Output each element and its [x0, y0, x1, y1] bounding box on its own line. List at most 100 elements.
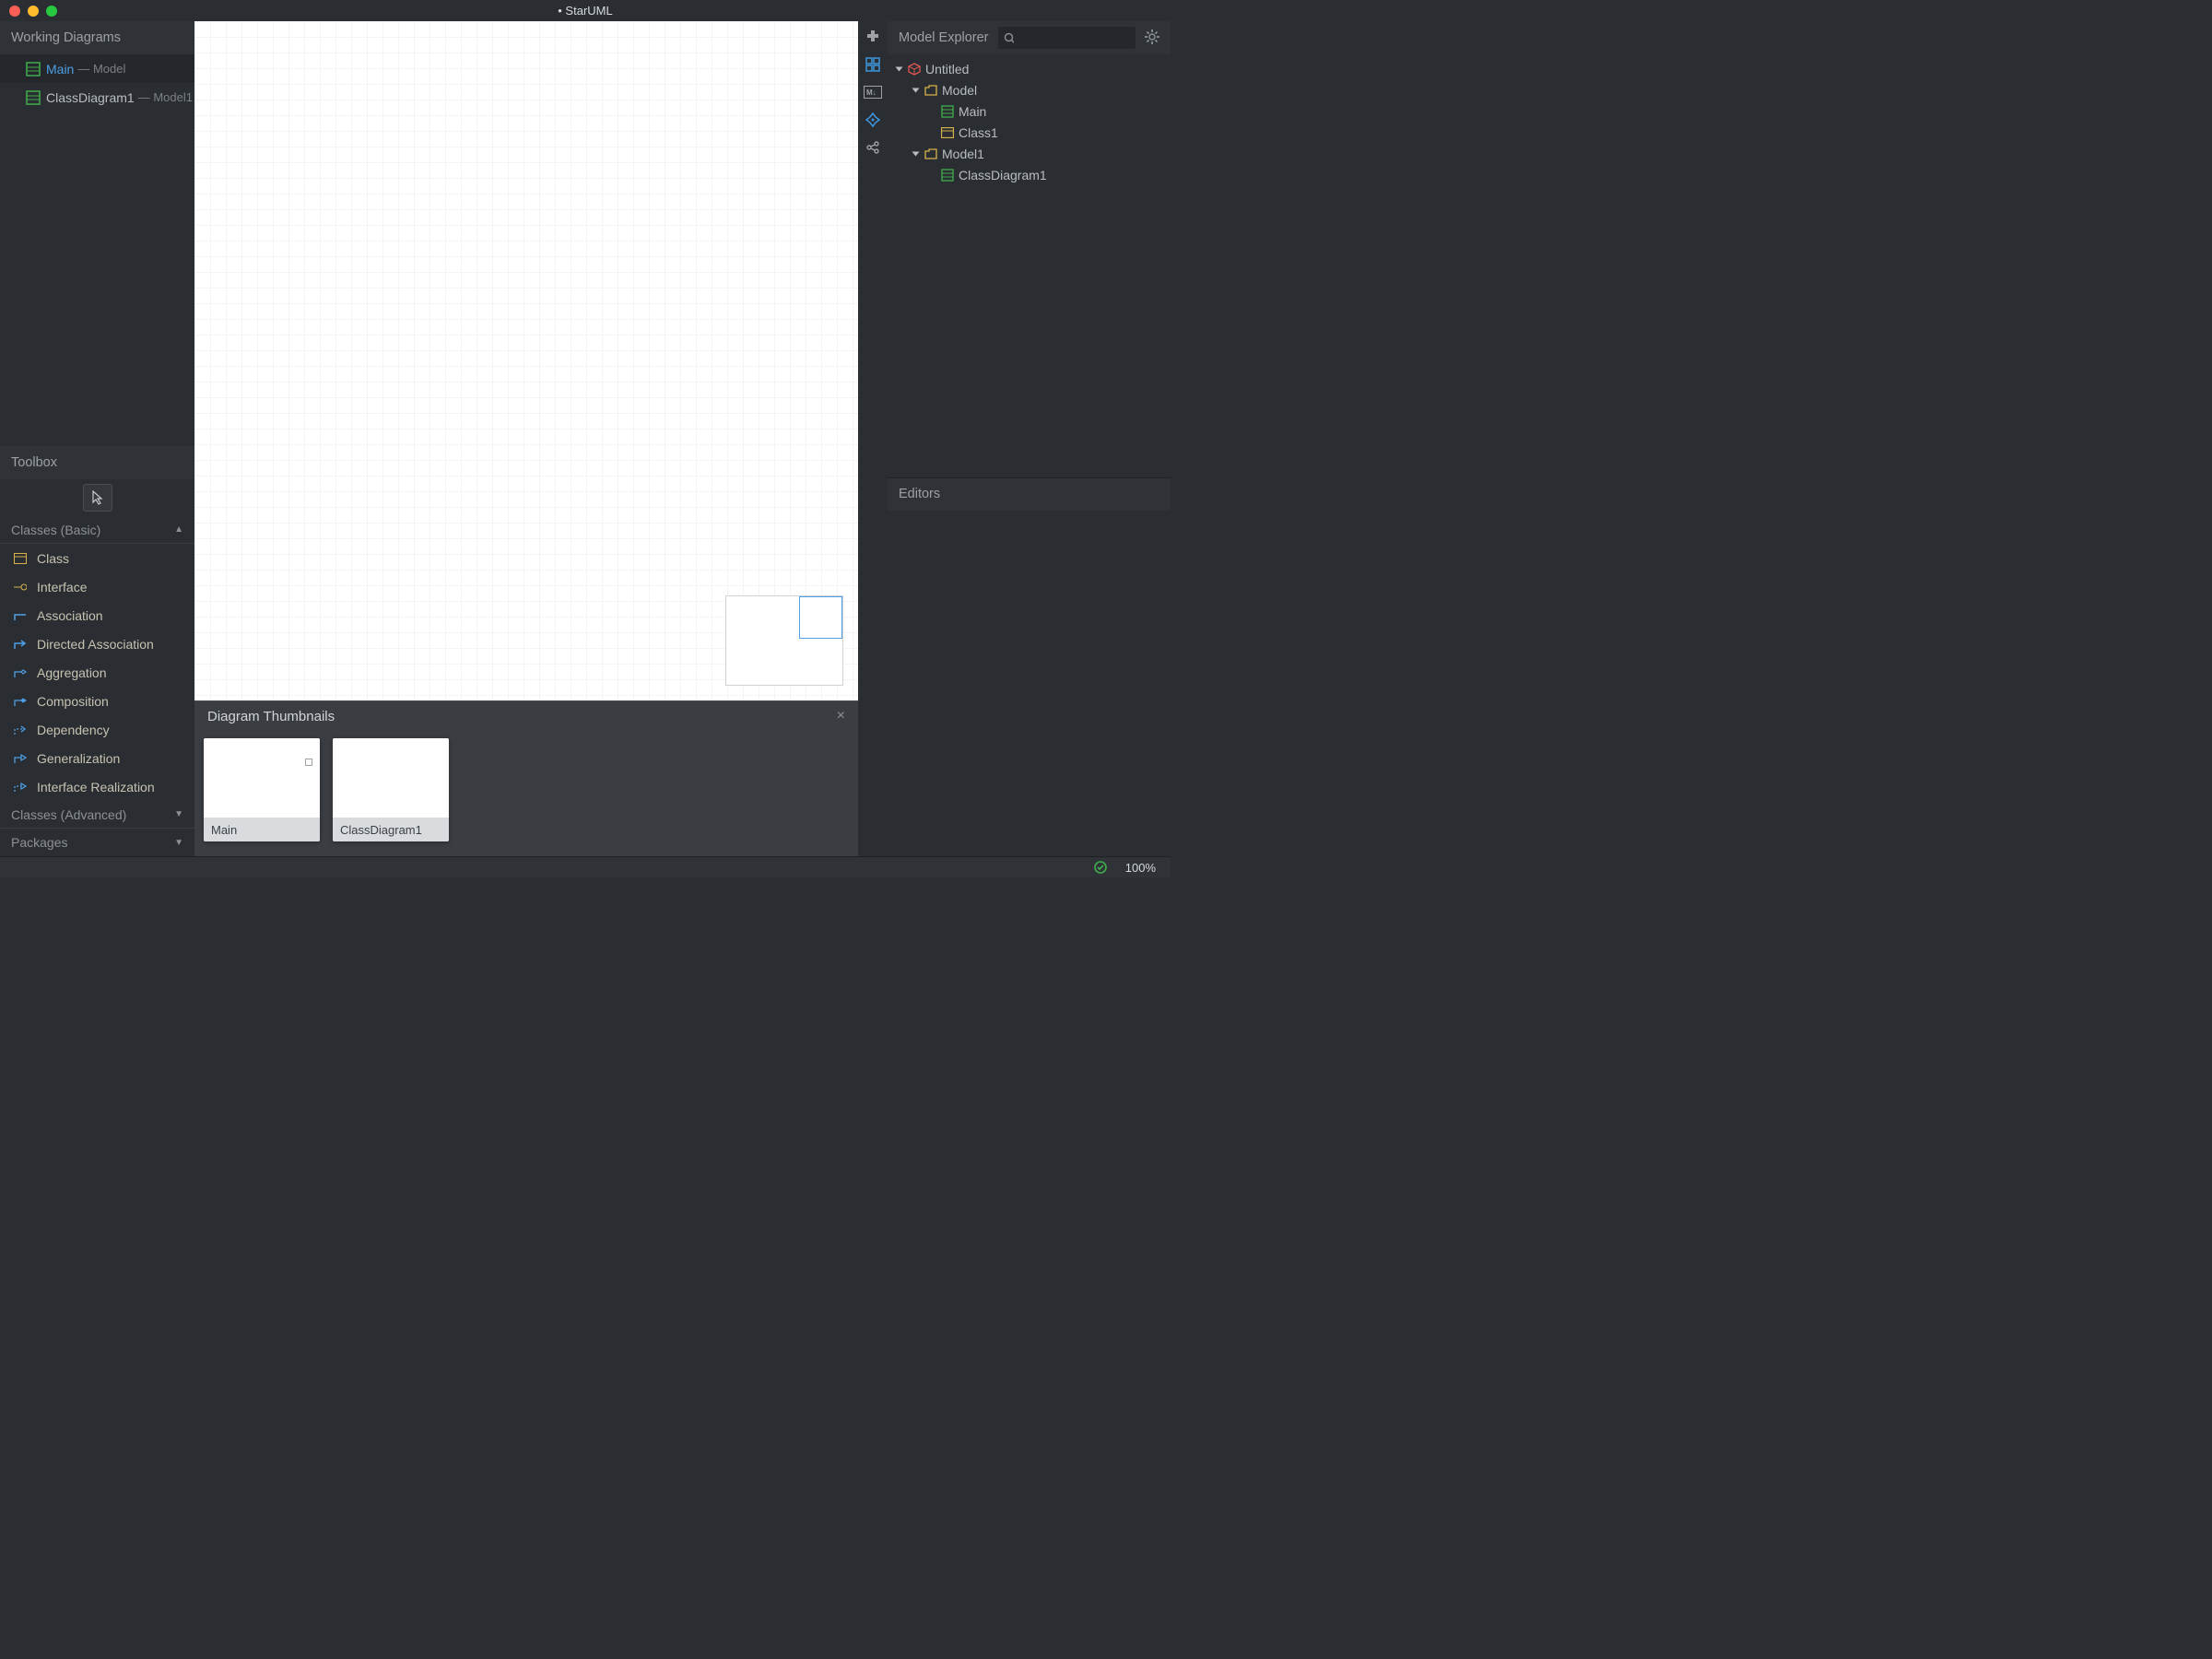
tool-label: Dependency [37, 723, 110, 737]
working-diagram-path: — Model [77, 62, 125, 76]
group-label: Packages [11, 835, 67, 850]
minimap[interactable] [725, 595, 843, 686]
minimize-window-button[interactable] [28, 6, 39, 17]
share-icon[interactable] [863, 137, 883, 158]
tree-node-project[interactable]: Untitled [888, 58, 1171, 79]
toolbox-cursor-row [0, 479, 194, 516]
vertical-toolbar: M↓ [858, 21, 888, 856]
editors-title: Editors [899, 487, 940, 501]
model-icon [924, 85, 937, 96]
app-title: • StarUML [558, 4, 612, 18]
gear-icon[interactable] [1145, 29, 1161, 46]
aggregation-icon [14, 667, 27, 678]
tool-interface-realization[interactable]: Interface Realization [0, 772, 194, 801]
toolbox-title: Toolbox [11, 455, 57, 470]
right-sidebar: Model Explorer Untitled Model Main [888, 21, 1171, 856]
interface-icon [14, 582, 27, 593]
model-explorer-tree: Untitled Model Main Class1 Model1 [888, 54, 1171, 189]
diagram-thumbnails-title: Diagram Thumbnails [207, 709, 335, 724]
expand-down-icon: ▼ [174, 809, 183, 819]
working-diagrams-title: Working Diagrams [11, 30, 121, 45]
collapse-up-icon: ▲ [174, 524, 183, 535]
maximize-window-button[interactable] [46, 6, 57, 17]
minimap-viewport[interactable] [799, 596, 842, 639]
expand-icon [912, 88, 920, 92]
status-bar: 100% [0, 856, 1171, 877]
dependency-icon [14, 724, 27, 735]
validation-ok-icon[interactable] [1094, 861, 1107, 874]
tree-label: ClassDiagram1 [959, 168, 1047, 182]
titlebar: • StarUML [0, 0, 1171, 21]
working-diagram-item[interactable]: Main — Model [0, 54, 194, 83]
tree-node-model[interactable]: Model1 [888, 143, 1171, 164]
thumbnail-label: ClassDiagram1 [333, 818, 449, 841]
close-icon[interactable]: × [837, 708, 845, 724]
close-window-button[interactable] [9, 6, 20, 17]
diagram-thumbnails-header: Diagram Thumbnails × [194, 701, 858, 731]
minimap-toggle-icon[interactable] [863, 110, 883, 130]
extensions-icon[interactable] [863, 27, 883, 47]
working-diagram-item[interactable]: ClassDiagram1 — Model1 [0, 83, 194, 112]
tree-node-model[interactable]: Model [888, 79, 1171, 100]
working-diagram-name: Main [46, 62, 74, 76]
tree-node-class[interactable]: Class1 [888, 122, 1171, 143]
select-tool-button[interactable] [83, 484, 112, 512]
tool-directed-association[interactable]: Directed Association [0, 629, 194, 658]
class-diagram-icon [941, 105, 954, 118]
class-diagram-icon [26, 62, 41, 76]
working-diagrams-list: Main — Model ClassDiagram1 — Model1 [0, 54, 194, 112]
diagram-thumbnails-panel: Diagram Thumbnails × Main ClassDiagram1 [194, 700, 858, 856]
model-explorer-title: Model Explorer [899, 30, 989, 45]
tool-association[interactable]: Association [0, 601, 194, 629]
directed-association-icon [14, 639, 27, 650]
toolbox-header: Toolbox [0, 446, 194, 479]
model-explorer-header: Model Explorer [888, 21, 1171, 54]
working-diagrams-header: Working Diagrams [0, 21, 194, 54]
zoom-level[interactable]: 100% [1125, 861, 1156, 875]
generalization-icon [14, 753, 27, 764]
class-icon [941, 127, 954, 138]
diagram-canvas[interactable] [194, 21, 858, 700]
expand-down-icon: ▼ [174, 838, 183, 848]
tool-label: Directed Association [37, 637, 154, 652]
tree-node-diagram[interactable]: Main [888, 100, 1171, 122]
group-label: Classes (Basic) [11, 523, 100, 537]
tool-interface[interactable]: Interface [0, 572, 194, 601]
tree-label: Model [942, 83, 977, 98]
tool-label: Generalization [37, 751, 120, 766]
center-area: Diagram Thumbnails × Main ClassDiagram1 [194, 21, 858, 856]
class-diagram-icon [941, 169, 954, 182]
interface-realization-icon [14, 782, 27, 793]
group-label: Classes (Advanced) [11, 807, 126, 822]
expand-icon [896, 66, 903, 71]
tool-generalization[interactable]: Generalization [0, 744, 194, 772]
toolbox-group-classes-advanced[interactable]: Classes (Advanced) ▼ [0, 801, 194, 829]
tool-aggregation[interactable]: Aggregation [0, 658, 194, 687]
tree-label: Model1 [942, 147, 984, 161]
tool-label: Aggregation [37, 665, 107, 680]
thumbnail-item[interactable]: ClassDiagram1 [333, 738, 449, 841]
thumbnail-item[interactable]: Main [204, 738, 320, 841]
tool-label: Class [37, 551, 69, 566]
tool-label: Association [37, 608, 103, 623]
search-input[interactable] [1019, 31, 1130, 45]
tree-node-diagram[interactable]: ClassDiagram1 [888, 164, 1171, 185]
tool-composition[interactable]: Composition [0, 687, 194, 715]
class-icon [14, 553, 27, 564]
thumbnail-label: Main [204, 818, 320, 841]
tool-label: Interface Realization [37, 780, 155, 794]
tool-label: Interface [37, 580, 87, 594]
expand-icon [912, 151, 920, 156]
cursor-icon [91, 490, 104, 505]
editors-header: Editors [888, 477, 1171, 511]
tool-class[interactable]: Class [0, 544, 194, 572]
project-icon [908, 63, 921, 76]
markdown-icon[interactable]: M↓ [863, 82, 883, 102]
tool-dependency[interactable]: Dependency [0, 715, 194, 744]
working-diagram-name: ClassDiagram1 [46, 90, 135, 105]
model-explorer-search[interactable] [998, 27, 1135, 49]
svg-text:M↓: M↓ [866, 88, 877, 97]
toolbox-group-packages[interactable]: Packages ▼ [0, 829, 194, 856]
toolbox-group-classes-basic[interactable]: Classes (Basic) ▲ [0, 516, 194, 544]
thumbnails-toggle-icon[interactable] [863, 54, 883, 75]
